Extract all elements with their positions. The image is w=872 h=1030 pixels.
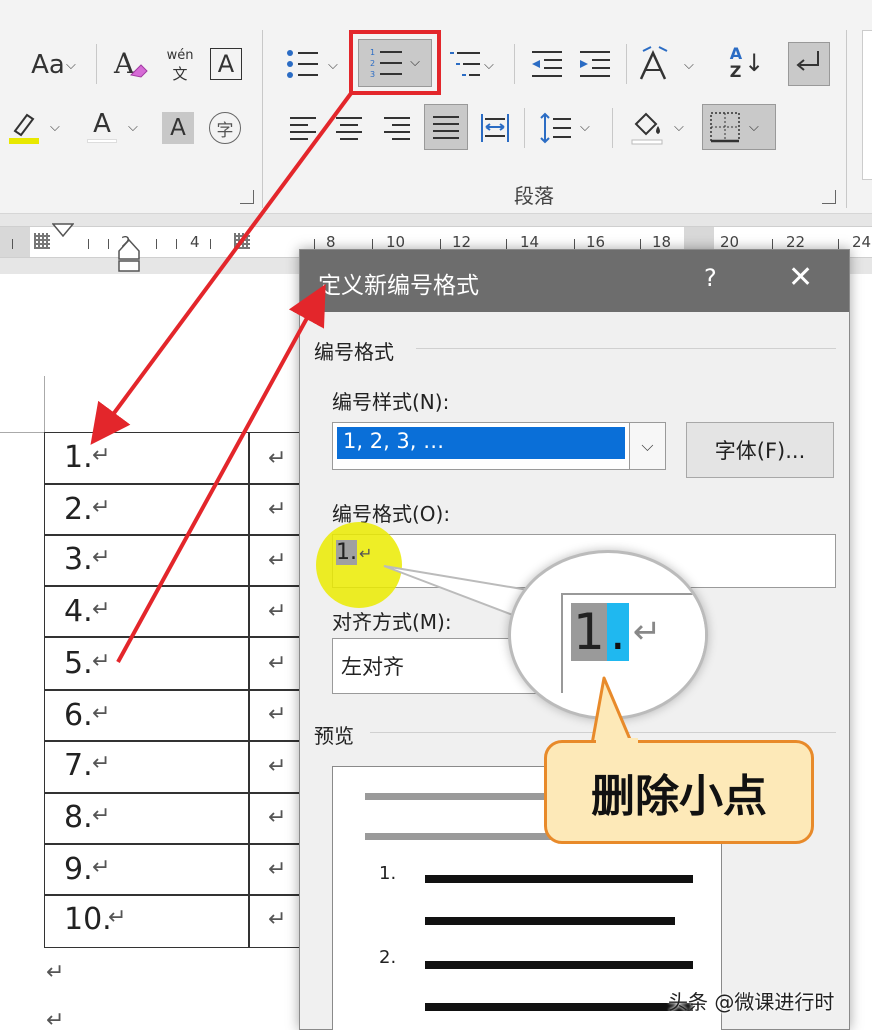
annotation-arrows bbox=[90, 90, 354, 663]
arrow-to-dialog bbox=[116, 283, 326, 663]
watermark-text: 头条 @微课进行时 bbox=[668, 990, 835, 1014]
arrow-to-list bbox=[90, 90, 354, 445]
